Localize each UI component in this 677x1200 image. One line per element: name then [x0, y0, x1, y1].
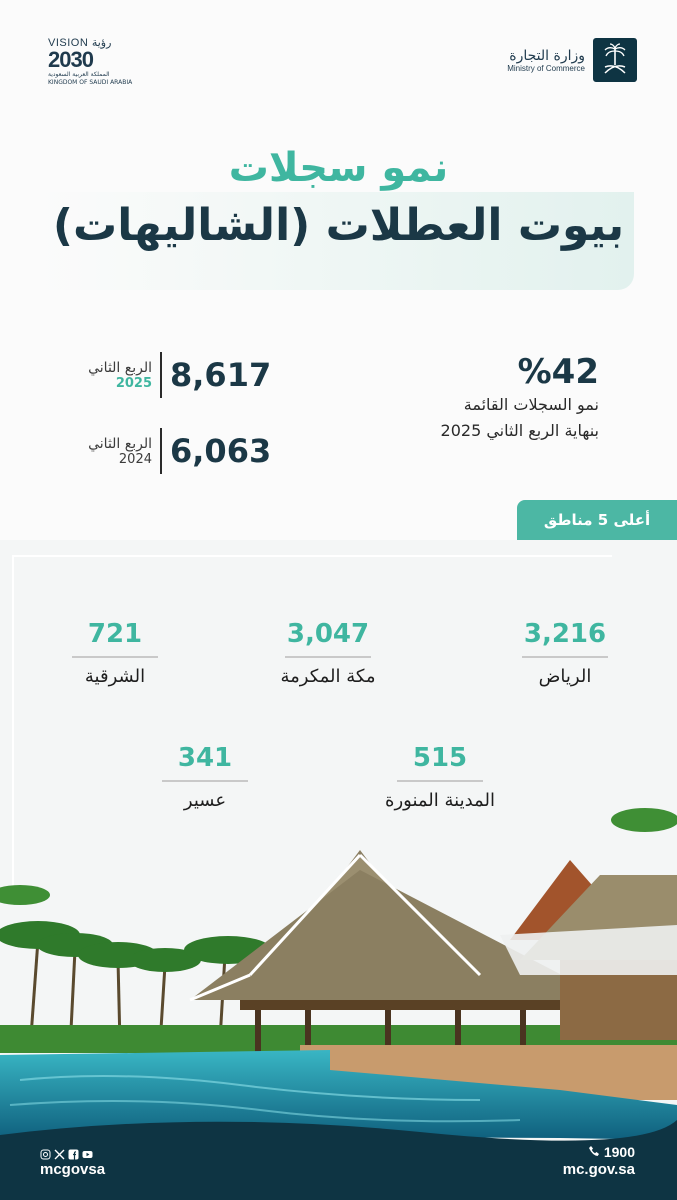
vision-year: 2030 [48, 47, 94, 72]
stat-divider [160, 428, 162, 474]
vision-arabic-text: المملكة العربية السعودية [48, 71, 110, 78]
resort-pool-illustration [0, 808, 677, 1200]
stat-q2-2025: الربع الثاني 2025 8,617 [70, 352, 290, 398]
website-link[interactable]: mc.gov.sa [563, 1161, 635, 1178]
phone-number: 1900 [603, 1144, 635, 1160]
vision-2030-logo: VISION رؤية 2030 المملكة العربية السعودي… [48, 36, 138, 88]
stat-q2-2024-value: 6,063 [170, 432, 272, 470]
region-value: 3,216 [523, 619, 607, 649]
facebook-icon[interactable] [68, 1145, 79, 1160]
region-name: الرياض [538, 666, 592, 687]
panel-frame-top [12, 555, 612, 557]
x-icon[interactable] [54, 1145, 65, 1160]
region-value: 3,047 [286, 619, 370, 649]
ministry-name-english: Ministry of Commerce [507, 63, 585, 73]
infographic-page: VISION رؤية 2030 المملكة العربية السعودي… [0, 0, 677, 1200]
instagram-icon[interactable] [40, 1145, 51, 1160]
stat-q2-2024-year: 2024 [118, 451, 152, 467]
top-regions-tab: أعلى 5 مناطق [517, 500, 677, 540]
social-icons [40, 1145, 93, 1160]
region-eastern: 721 الشرقية [40, 618, 190, 687]
youtube-icon[interactable] [82, 1145, 93, 1158]
stat-q2-2025-value: 8,617 [170, 356, 272, 394]
growth-caption-2: بنهاية الربع الثاني 2025 [440, 421, 599, 440]
region-riyadh: 3,216 الرياض [490, 618, 640, 687]
stat-q2-2025-year: 2025 [115, 375, 152, 391]
growth-caption-1: نمو السجلات القائمة [463, 395, 599, 414]
region-divider [522, 656, 608, 658]
region-divider [285, 656, 371, 658]
palm-swords-emblem-icon [593, 38, 637, 82]
stat-q2-2024: الربع الثاني 2024 6,063 [70, 428, 290, 474]
title-line-2: بيوت العطلات (الشاليهات) [52, 200, 625, 251]
stat-divider [160, 352, 162, 398]
stat-q2-2025-quarter: الربع الثاني [88, 359, 152, 376]
stat-q2-2024-quarter: الربع الثاني [88, 435, 152, 452]
growth-summary: %42 نمو السجلات القائمة بنهاية الربع الث… [379, 352, 599, 444]
social-handle[interactable]: mcgovsa [40, 1161, 105, 1178]
stat-q2-2025-label: الربع الثاني 2025 [70, 360, 160, 391]
region-divider [72, 656, 158, 658]
region-makkah: 3,047 مكة المكرمة [253, 618, 403, 687]
region-name: مكة المكرمة [280, 666, 376, 687]
region-name: الشرقية [84, 666, 146, 687]
phone-contact[interactable]: 1900 [588, 1144, 635, 1160]
stat-q2-2024-label: الربع الثاني 2024 [70, 436, 160, 467]
vision-english-text: KINGDOM OF SAUDI ARABIA [48, 79, 133, 86]
ministry-name: وزارة التجارة Ministry of Commerce [507, 48, 585, 73]
title-line-1: نمو سجلات [228, 145, 449, 191]
region-value: 721 [87, 619, 143, 649]
phone-icon [588, 1144, 600, 1160]
ministry-logo: وزارة التجارة Ministry of Commerce [507, 38, 637, 82]
growth-percent: %42 [517, 352, 599, 392]
ministry-name-arabic: وزارة التجارة [509, 47, 585, 64]
